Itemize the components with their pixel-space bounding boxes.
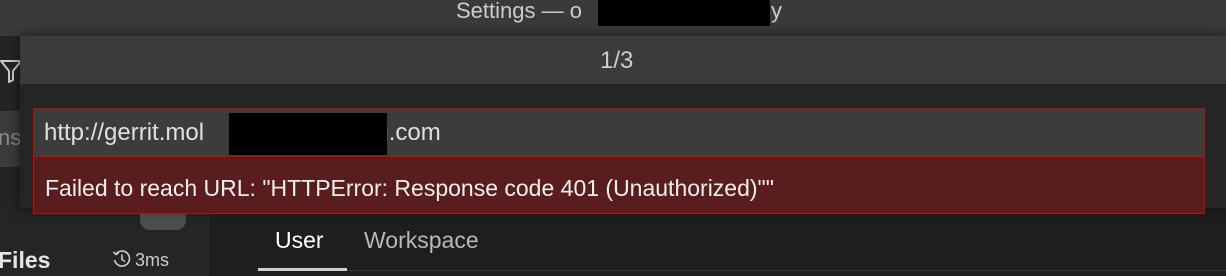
sidebar-search-text: ns [0, 125, 22, 150]
history-icon [112, 250, 131, 267]
filter-icon[interactable] [0, 58, 22, 84]
count-badge [140, 214, 186, 230]
tabs-divider [258, 270, 1226, 271]
redacted-title-block [598, 0, 770, 26]
tab-workspace[interactable]: Workspace [364, 224, 479, 256]
active-tab-indicator [258, 268, 347, 271]
url-input[interactable]: http://gerrit.mol og.com [34, 109, 1204, 157]
timing-value: 3ms [135, 250, 170, 270]
files-heading: Files [0, 247, 51, 273]
tab-user[interactable]: User [275, 224, 324, 256]
window-title: Settings — o [456, 0, 582, 23]
app-window: Settings — o y ns Files 3ms User Workspa… [0, 0, 1226, 276]
timing-indicator: 3ms [112, 248, 169, 272]
error-message: Failed to reach URL: "HTTPError: Respons… [45, 175, 774, 201]
step-indicator: 1/3 [600, 47, 634, 74]
url-prefix: http://gerrit.mol [44, 119, 205, 146]
redacted-url-block [229, 113, 387, 155]
window-title-suffix: y [771, 0, 782, 23]
title-bar: Settings — o y [0, 0, 1226, 36]
